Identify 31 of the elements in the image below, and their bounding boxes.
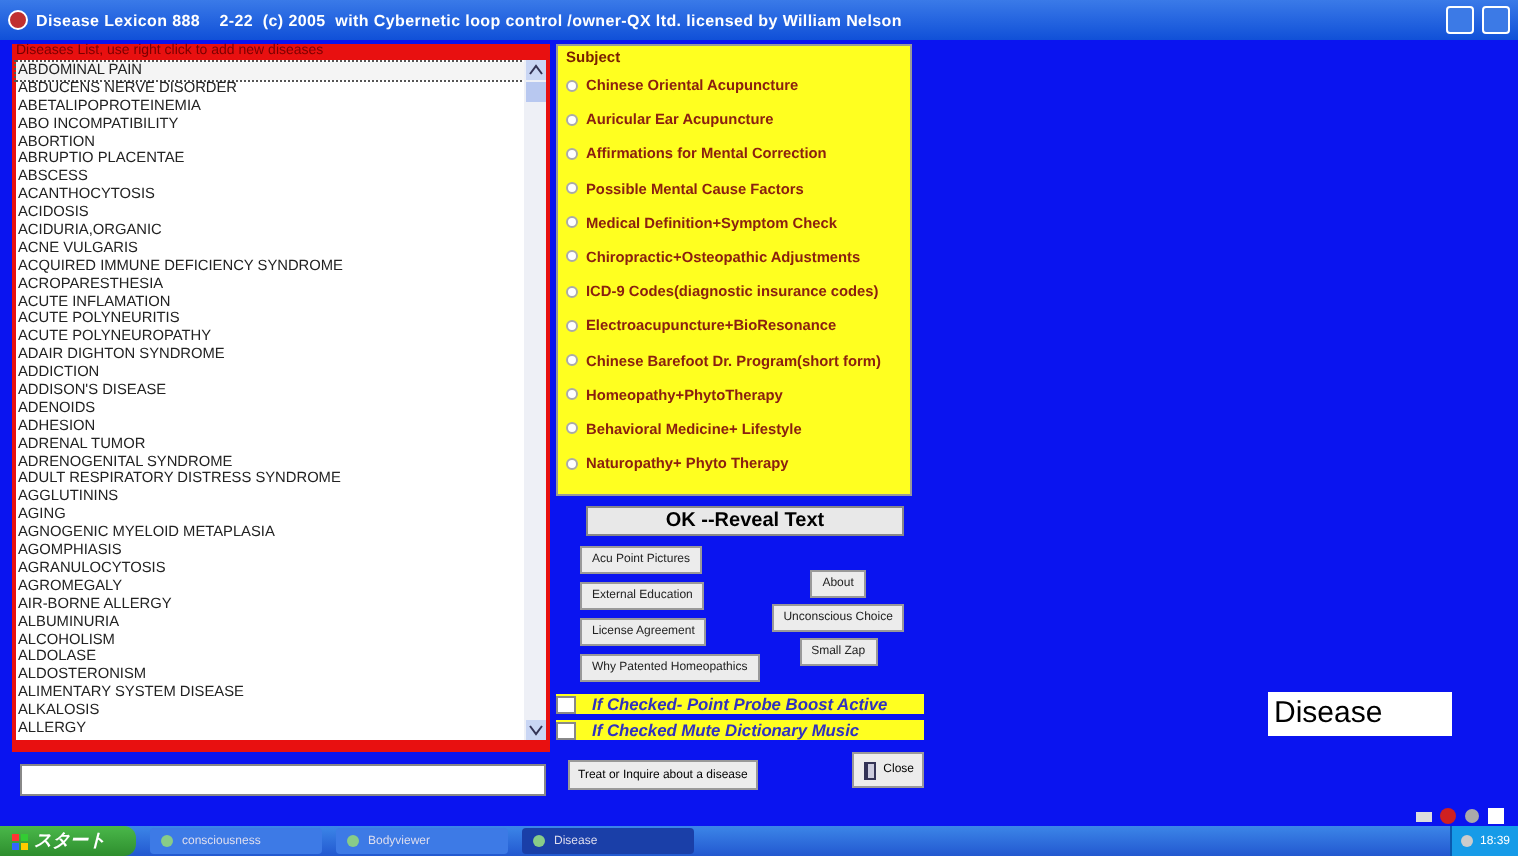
checkbox[interactable]	[556, 721, 576, 739]
app-icon	[8, 10, 28, 30]
app-icon	[532, 834, 546, 848]
maximize-button[interactable]	[1482, 6, 1510, 34]
radio-button[interactable]	[566, 79, 578, 91]
tray-icon[interactable]	[1459, 834, 1474, 848]
radio-button[interactable]	[566, 285, 578, 298]
scrollbar[interactable]	[524, 60, 546, 740]
radio-button[interactable]	[566, 422, 578, 435]
ok-button[interactable]: OK --Reveal Text	[586, 506, 904, 536]
radio-button[interactable]	[566, 388, 578, 401]
radio-button[interactable]	[566, 147, 578, 160]
radio-button[interactable]	[566, 319, 578, 332]
input-field[interactable]	[20, 764, 546, 796]
radio-button[interactable]	[566, 457, 578, 470]
windows-logo-icon	[12, 833, 28, 849]
radio-button[interactable]	[566, 182, 578, 195]
disease-label: Disease	[1268, 692, 1452, 736]
app-icon	[346, 834, 360, 848]
door-icon	[861, 759, 878, 779]
radio-button[interactable]	[566, 113, 578, 126]
minimize-button[interactable]	[1446, 6, 1474, 34]
radio-button[interactable]	[566, 354, 578, 366]
scroll-up-icon[interactable]	[525, 60, 545, 80]
scroll-down-icon[interactable]	[525, 720, 545, 740]
radio-button[interactable]	[566, 216, 578, 229]
checkbox[interactable]	[556, 695, 576, 713]
radio-button[interactable]	[566, 250, 578, 263]
window-title: Disease Lexicon 888 2-22 (c) 2005 with Cybernetic loop control /owner-QX ltd. licensed by William Nelson	[36, 11, 904, 29]
app-icon	[160, 834, 174, 848]
scroll-thumb[interactable]	[525, 82, 545, 102]
